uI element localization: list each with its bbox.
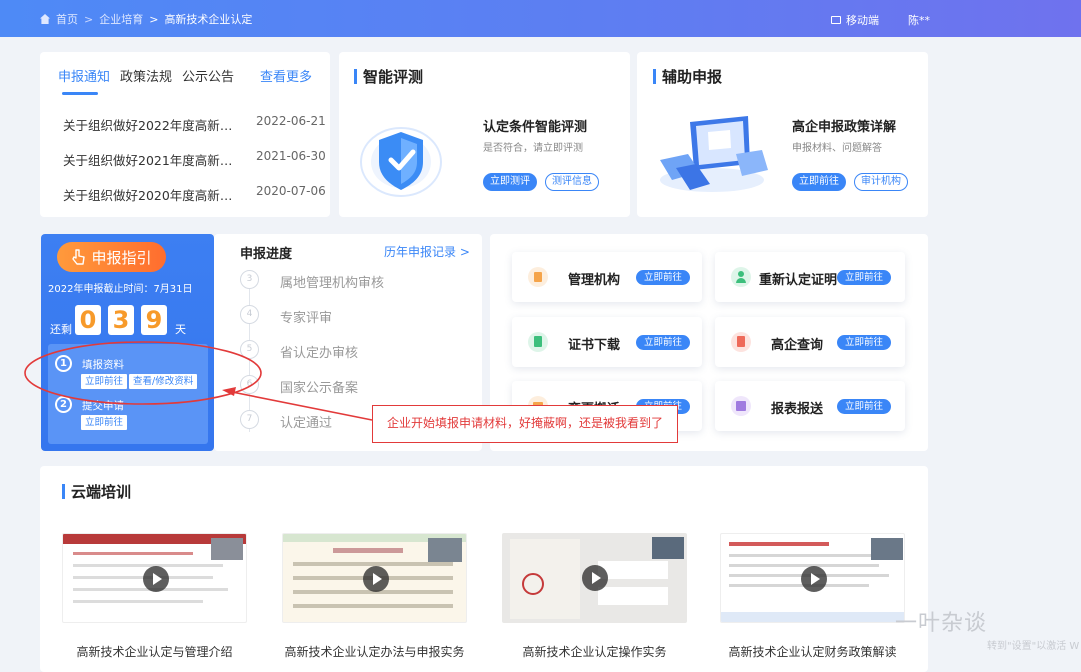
mobile-link[interactable]: 移动端 <box>831 12 879 28</box>
play-icon[interactable] <box>801 566 827 592</box>
news-item-title[interactable]: 关于组织做好2021年度高新技... <box>63 150 243 169</box>
video-title[interactable]: 高新技术企业认定办法与申报实务 <box>276 643 473 660</box>
mobile-icon <box>831 16 841 24</box>
guide-steps-box <box>48 344 208 444</box>
audit-agency-button[interactable]: 审计机构 <box>854 173 908 191</box>
mobile-label: 移动端 <box>846 14 879 27</box>
breadcrumb: 首页 > 企业培育 > 高新技术企业认定 <box>40 11 252 27</box>
progress-title: 申报进度 <box>240 247 293 262</box>
news-item-date: 2020-07-06 <box>256 184 326 198</box>
video-title[interactable]: 高新技术企业认定操作实务 <box>502 643 687 660</box>
smart-eval-feature-title: 认定条件智能评测 <box>483 120 588 135</box>
training-title: 云端培训 <box>62 481 131 502</box>
step-number: 2 <box>55 396 72 413</box>
hand-pointer-icon <box>72 249 86 265</box>
step-number: 1 <box>55 355 72 372</box>
home-icon[interactable] <box>40 14 50 24</box>
view-edit-info-button[interactable]: 查看/修改资料 <box>129 374 198 389</box>
assist-feature-title: 高企申报政策详解 <box>792 120 897 135</box>
service-tile-certificate-download[interactable]: 证书下载 立即前往 <box>512 317 702 367</box>
service-go-button[interactable]: 立即前往 <box>837 399 891 414</box>
service-go-button[interactable]: 立即前往 <box>837 335 891 350</box>
countdown-digit: 3 <box>108 305 134 335</box>
evaluation-info-button[interactable]: 测评信息 <box>545 173 599 191</box>
progress-step-label: 省认定办审核 <box>280 346 359 361</box>
video-thumbnail[interactable] <box>502 533 687 623</box>
tab-announcement[interactable]: 公示公告 <box>182 66 234 85</box>
assist-title: 辅助申报 <box>653 66 722 87</box>
service-tile-recertification[interactable]: 重新认定证明 立即前往 <box>715 252 905 302</box>
building-icon <box>528 267 548 287</box>
watermark-sub: 转到"设置"以激活 W <box>987 641 1080 652</box>
watermark: 一叶杂谈 <box>895 611 988 636</box>
remaining-suffix: 天 <box>175 323 186 336</box>
breadcrumb-home[interactable]: 首页 <box>56 11 78 27</box>
report-icon <box>731 396 751 416</box>
view-more-link[interactable]: 查看更多 <box>260 66 312 85</box>
document-search-icon <box>731 332 751 352</box>
progress-step-number: 5 <box>240 340 259 359</box>
play-icon[interactable] <box>363 566 389 592</box>
countdown-digit: 9 <box>141 305 167 335</box>
step-label-fill-info: 填报资料 <box>82 359 124 371</box>
user-name[interactable]: 陈** <box>908 12 930 28</box>
guide-button-label: 申报指引 <box>91 248 152 267</box>
computer-documents-illustration <box>660 116 768 192</box>
tab-notice[interactable]: 申报通知 <box>58 66 110 85</box>
history-records-link[interactable]: 历年申报记录 > <box>384 243 470 260</box>
news-item-title[interactable]: 关于组织做好2022年度高新技... <box>63 115 243 134</box>
guide-button[interactable]: 申报指引 <box>57 242 166 272</box>
progress-step-label: 属地管理机构审核 <box>280 276 385 291</box>
video-thumbnail[interactable] <box>282 533 467 623</box>
progress-step-number: 3 <box>240 270 259 289</box>
fill-info-go-button[interactable]: 立即前往 <box>81 374 128 389</box>
progress-step-label: 专家评审 <box>280 311 333 326</box>
video-thumbnail[interactable] <box>720 533 905 623</box>
progress-step-number: 6 <box>240 375 259 394</box>
play-icon[interactable] <box>582 565 608 591</box>
user-badge-icon <box>731 267 751 287</box>
service-go-button[interactable]: 立即前往 <box>636 335 690 350</box>
tab-policy[interactable]: 政策法规 <box>120 66 172 85</box>
video-title[interactable]: 高新技术企业认定与管理介绍 <box>62 643 247 660</box>
annotation-callout: 企业开始填报申请材料，好掩蔽啊，还是被我看到了 <box>372 405 678 443</box>
progress-step-number: 7 <box>240 410 259 429</box>
step-label-submit: 提交申请 <box>82 400 124 412</box>
play-icon[interactable] <box>143 566 169 592</box>
news-item-title[interactable]: 关于组织做好2020年度高新技... <box>63 185 243 204</box>
go-now-button[interactable]: 立即前往 <box>792 173 846 191</box>
progress-step-label: 国家公示备案 <box>280 381 359 396</box>
active-tab-indicator <box>62 92 98 95</box>
progress-step-label: 认定通过 <box>280 416 333 431</box>
video-thumbnail[interactable] <box>62 533 247 623</box>
news-tabs: 申报通知 政策法规 公示公告 <box>58 66 234 85</box>
shield-check-icon <box>360 127 442 197</box>
remaining-prefix: 还剩 <box>50 323 72 336</box>
submit-go-button[interactable]: 立即前往 <box>81 415 128 430</box>
service-tile-management-agency[interactable]: 管理机构 立即前往 <box>512 252 702 302</box>
smart-eval-feature-sub: 是否符合，请立即评测 <box>483 143 583 154</box>
breadcrumb-level1[interactable]: 企业培育 <box>99 11 143 27</box>
service-tile-enterprise-query[interactable]: 高企查询 立即前往 <box>715 317 905 367</box>
start-evaluation-button[interactable]: 立即测评 <box>483 173 537 191</box>
service-tile-report-submission[interactable]: 报表报送 立即前往 <box>715 381 905 431</box>
news-item-date: 2021-06-30 <box>256 149 326 163</box>
video-title[interactable]: 高新技术企业认定财务政策解读 <box>715 643 910 660</box>
certificate-icon <box>528 332 548 352</box>
assist-feature-sub: 申报材料、问题解答 <box>792 143 882 154</box>
progress-step-number: 4 <box>240 305 259 324</box>
breadcrumb-current: 高新技术企业认定 <box>164 13 253 26</box>
countdown-digit: 0 <box>75 305 101 335</box>
news-item-date: 2022-06-21 <box>256 114 326 128</box>
service-go-button[interactable]: 立即前往 <box>636 270 690 285</box>
smart-eval-title: 智能评测 <box>354 66 423 87</box>
deadline-text: 2022年申报截止时间：7月31日 <box>48 284 193 295</box>
service-go-button[interactable]: 立即前往 <box>837 270 891 285</box>
